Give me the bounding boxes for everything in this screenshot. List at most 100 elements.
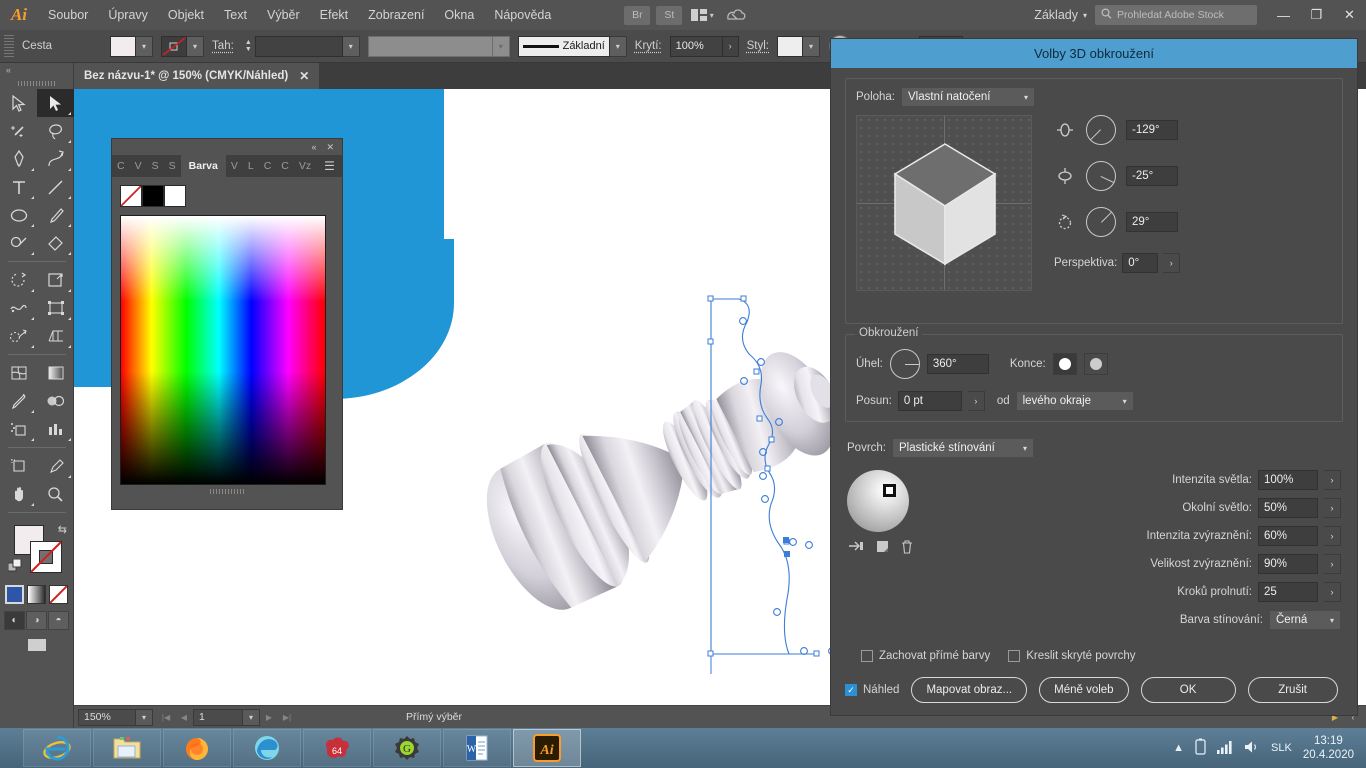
menu-okna[interactable]: Okna [434, 0, 484, 30]
mesh-tool[interactable] [0, 359, 37, 387]
draw-normal-icon[interactable]: ◐ [4, 611, 25, 630]
rotate-z-field[interactable]: 29° [1126, 212, 1178, 232]
menu-vyber[interactable]: Výběr [257, 0, 310, 30]
color-spectrum-picker[interactable] [120, 215, 326, 485]
magic-wand-tool[interactable] [0, 117, 37, 145]
pen-tool[interactable] [0, 145, 37, 173]
document-tab[interactable]: Bez názvu-1* @ 150% (CMYK/Náhled) ✕ [74, 63, 319, 89]
stroke-weight-label[interactable]: Tah: [204, 40, 242, 52]
eyedropper-tool[interactable] [0, 387, 37, 415]
panel-menu-icon[interactable]: ☰ [316, 155, 343, 177]
map-art-button[interactable]: Mapovat obraz... [911, 677, 1027, 703]
taskbar-adobe-illustrator[interactable]: Ai [513, 729, 581, 767]
default-fill-stroke-icon[interactable] [8, 559, 22, 578]
chevron-up-icon[interactable]: ▲ [1173, 742, 1184, 754]
draw-hidden-faces-checkbox[interactable]: Kreslit skryté povrchy [1008, 650, 1135, 662]
battery-icon[interactable] [1195, 738, 1206, 758]
opacity-label[interactable]: Krytí: [627, 40, 670, 52]
move-light-back-icon[interactable] [849, 540, 864, 557]
fewer-options-button[interactable]: Méně voleb [1039, 677, 1128, 703]
menu-soubor[interactable]: Soubor [38, 0, 98, 30]
graphic-style-dropdown-icon[interactable]: ▾ [803, 36, 820, 57]
draw-behind-icon[interactable]: ◑ [26, 611, 47, 630]
perspective-slider-icon[interactable]: › [1163, 253, 1180, 273]
menu-upravy[interactable]: Úpravy [98, 0, 158, 30]
lasso-tool[interactable] [37, 117, 74, 145]
style-label[interactable]: Styl: [739, 40, 777, 52]
fill-dropdown-icon[interactable]: ▾ [136, 36, 153, 57]
stroke-dropdown-icon[interactable]: ▾ [187, 36, 204, 57]
revolve-angle-field[interactable]: 360° [927, 354, 989, 374]
rotate-y-dial[interactable] [1086, 161, 1116, 191]
shaper-tool[interactable] [0, 229, 37, 257]
highlight-size-slider-icon[interactable]: › [1324, 554, 1341, 574]
minimize-button[interactable]: — [1267, 0, 1300, 30]
zoom-tool[interactable] [37, 480, 74, 508]
screen-mode-button[interactable] [0, 637, 73, 653]
column-graph-tool[interactable] [37, 415, 74, 443]
offset-from-select[interactable]: levého okraje ▾ [1016, 391, 1134, 411]
rotate-x-field[interactable]: -129° [1126, 120, 1178, 140]
preserve-spot-colors-checkbox[interactable]: Zachovat přímé barvy [861, 650, 990, 662]
panel-tab-7[interactable]: C [259, 155, 277, 177]
next-artboard-icon[interactable]: ▶ [260, 709, 278, 726]
close-icon[interactable]: ✕ [299, 69, 309, 83]
taskbar-edge-browser[interactable] [233, 729, 301, 767]
fill-swatch[interactable] [110, 36, 136, 57]
stroke-weight-dropdown-icon[interactable]: ▾ [343, 36, 360, 57]
rotate-y-field[interactable]: -25° [1126, 166, 1178, 186]
menu-objekt[interactable]: Objekt [158, 0, 214, 30]
draw-inside-icon[interactable]: ◓ [48, 611, 69, 630]
revolve-angle-dial[interactable] [890, 349, 920, 379]
rotate-tool[interactable] [0, 266, 37, 294]
zoom-dropdown-icon[interactable]: ▾ [136, 709, 153, 726]
offset-field[interactable]: 0 pt [898, 391, 962, 411]
taskbar-winrar-64[interactable]: 64 [303, 729, 371, 767]
prev-artboard-icon[interactable]: ◀ [175, 709, 193, 726]
panel-tab-9[interactable]: Vz [294, 155, 316, 177]
light-intensity-slider-icon[interactable]: › [1324, 470, 1341, 490]
creative-cloud-icon[interactable] [719, 8, 753, 23]
close-icon[interactable]: ✕ [326, 142, 334, 153]
width-tool[interactable] [0, 294, 37, 322]
arrange-documents-icon[interactable]: ▾ [685, 4, 719, 26]
surface-select[interactable]: Plastické stínování ▾ [892, 438, 1034, 458]
position-cube-preview[interactable] [856, 115, 1032, 291]
close-button[interactable]: ✕ [1333, 0, 1366, 30]
panel-resize-grip[interactable] [120, 489, 334, 494]
artboard-number-field[interactable]: 1 [193, 709, 243, 726]
panel-tab-0[interactable]: C [112, 155, 130, 177]
control-bar-grip[interactable] [4, 35, 14, 57]
artboard-dropdown-icon[interactable]: ▾ [243, 709, 260, 726]
rotate-z-dial[interactable] [1086, 207, 1116, 237]
symbol-sprayer-tool[interactable] [0, 415, 37, 443]
light-intensity-field[interactable]: 100% [1258, 470, 1318, 490]
taskbar-firefox[interactable] [163, 729, 231, 767]
new-light-icon[interactable] [876, 540, 889, 557]
stock-search-input[interactable]: Prohledat Adobe Stock [1095, 5, 1257, 25]
stroke-weight-stepper[interactable]: ▲▼ [242, 36, 255, 57]
stroke-color-box[interactable] [30, 541, 62, 573]
light-sphere-preview[interactable] [847, 470, 909, 532]
taskbar-file-explorer[interactable] [93, 729, 161, 767]
perspective-field[interactable]: 0° [1122, 253, 1158, 273]
tool-flyout-corner[interactable] [68, 112, 71, 115]
panel-tab-8[interactable]: C [276, 155, 294, 177]
position-select[interactable]: Vlastní natočení ▾ [901, 87, 1035, 107]
ambient-light-field[interactable]: 50% [1258, 498, 1318, 518]
artboard-tool[interactable] [0, 452, 37, 480]
shape-builder-tool[interactable] [0, 322, 37, 350]
network-signal-icon[interactable] [1217, 740, 1233, 757]
hand-tool[interactable] [0, 480, 37, 508]
swap-fill-stroke-icon[interactable]: ⇆ [58, 523, 67, 536]
first-artboard-icon[interactable]: |◀ [157, 709, 175, 726]
free-transform-tool[interactable] [37, 294, 74, 322]
none-mode-button[interactable] [49, 585, 68, 604]
paintbrush-tool[interactable] [37, 201, 74, 229]
volume-icon[interactable] [1244, 740, 1260, 757]
line-segment-tool[interactable] [37, 173, 74, 201]
opacity-options-icon[interactable]: › [723, 36, 739, 57]
color-mode-button[interactable] [5, 585, 24, 604]
panel-tab-6[interactable]: L [243, 155, 259, 177]
restore-button[interactable]: ❐ [1300, 0, 1333, 30]
